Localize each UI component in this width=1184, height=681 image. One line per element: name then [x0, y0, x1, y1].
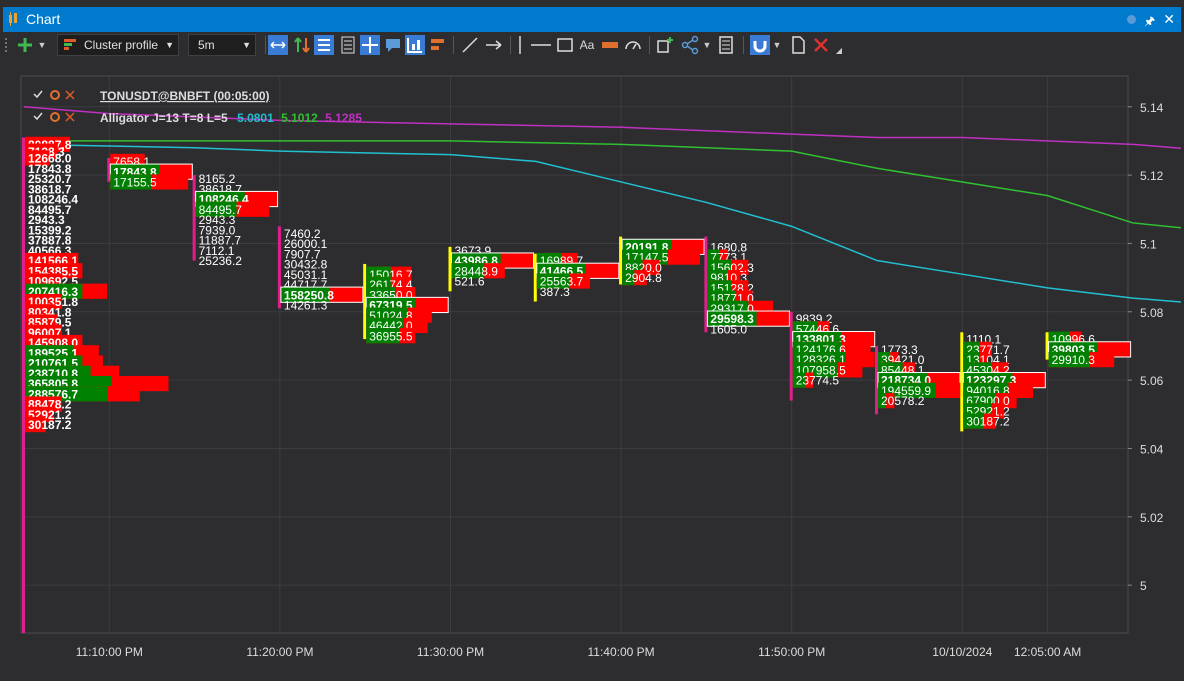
chevron-down-icon: ▼ — [242, 40, 251, 50]
sort-arrows-icon[interactable] — [292, 35, 312, 55]
x-tick-label: 11:40:00 PM — [588, 645, 655, 659]
cluster-profile-select[interactable]: Cluster profile ▼ — [57, 34, 179, 56]
crosshair-icon[interactable] — [360, 35, 380, 55]
x-tick-label: 10/10/2024 — [932, 645, 992, 659]
gauge-icon[interactable] — [623, 35, 643, 55]
volume-label: 23774.5 — [796, 374, 840, 388]
chart-app-icon — [9, 12, 17, 26]
dock-indicator-icon[interactable] — [1127, 15, 1137, 24]
candle-wick — [192, 175, 196, 261]
timeframe-label: 5m — [198, 38, 215, 52]
line-tool-icon[interactable] — [460, 35, 480, 55]
y-tick-label: 5 — [1140, 579, 1147, 593]
instrument-label[interactable]: TONUSDT@BNBFT (00:05:00) — [100, 89, 270, 103]
volume-label: 30187.2 — [28, 418, 72, 432]
y-tick-label: 5.04 — [1140, 442, 1164, 456]
list-icon[interactable] — [314, 35, 334, 55]
x-tick-label: 11:50:00 PM — [758, 645, 825, 659]
volume-label: 36955.5 — [369, 329, 413, 343]
rectangle-tool-icon[interactable] — [555, 35, 575, 55]
pin-icon[interactable]: 🖈 — [1144, 12, 1155, 33]
toolbar-separator — [510, 36, 511, 54]
x-tick-label: 11:30:00 PM — [417, 645, 484, 659]
cluster-chart[interactable]: 80887.87128.312668.017843.825320.738618.… — [3, 58, 1184, 676]
add-icon[interactable] — [15, 35, 35, 55]
share-dropdown-arrow-icon[interactable]: ▼ — [702, 35, 712, 55]
notes-icon[interactable] — [716, 35, 736, 55]
share-icon[interactable] — [680, 35, 700, 55]
toolbar-separator — [265, 36, 266, 54]
volume-label: 1605.0 — [710, 322, 747, 336]
toolbar-separator — [453, 36, 454, 54]
magnet-dropdown-arrow-icon[interactable]: ▼ — [772, 35, 782, 55]
volume-label: 387.3 — [540, 285, 570, 299]
volume-label: 20578.2 — [881, 394, 925, 408]
add-indicator-icon[interactable] — [655, 35, 675, 55]
vertical-line-tool-icon[interactable] — [513, 35, 527, 55]
x-tick-label: 12:05:00 AM — [1014, 645, 1081, 659]
toolbar-separator — [649, 36, 650, 54]
indicator-name: Alligator J=13 T=8 L=5 — [100, 111, 228, 125]
arrow-tool-icon[interactable] — [484, 35, 504, 55]
title-bar: Chart 🖈 ✕ — [0, 0, 1184, 32]
text-tool-icon[interactable]: Aa — [577, 35, 597, 55]
title-bar-background: Chart 🖈 ✕ — [3, 7, 1181, 32]
y-tick-label: 5.06 — [1140, 374, 1164, 388]
jaw-value: 5.0801 — [237, 111, 274, 125]
chart-scale-icon[interactable] — [405, 35, 425, 55]
y-tick-label: 5.14 — [1140, 101, 1164, 115]
y-tick-label: 5.1 — [1140, 237, 1157, 251]
candle-wick — [789, 311, 793, 401]
ruler-icon[interactable] — [600, 35, 620, 55]
volume-label: 14261.3 — [284, 299, 328, 313]
comment-icon[interactable] — [383, 35, 403, 55]
add-dropdown-arrow-icon[interactable]: ▼ — [37, 35, 47, 55]
chevron-down-icon: ▼ — [165, 40, 174, 50]
y-tick-label: 5.12 — [1140, 169, 1164, 183]
candle-wick — [22, 137, 25, 633]
volume-label: 30187.2 — [966, 415, 1010, 429]
cluster-profile-icon — [64, 39, 76, 50]
volume-label: 25236.2 — [199, 254, 243, 268]
horizontal-line-tool-icon[interactable] — [530, 35, 552, 55]
template-icon[interactable] — [788, 35, 808, 55]
y-tick-label: 5.08 — [1140, 306, 1164, 320]
x-tick-label: 11:20:00 PM — [246, 645, 313, 659]
toolbar-separator — [743, 36, 744, 54]
timeframe-select[interactable]: 5m ▼ — [188, 34, 256, 56]
volume-label: 521.6 — [455, 275, 485, 289]
volume-label: 2904.8 — [625, 271, 662, 285]
close-window-icon[interactable]: ✕ — [1163, 12, 1175, 33]
lips-value: 5.1285 — [325, 111, 362, 125]
bar-horizontal-icon[interactable] — [428, 35, 448, 55]
magnet-icon[interactable] — [750, 35, 770, 55]
x-tick-label: 11:10:00 PM — [76, 645, 143, 659]
volume-label: 29910.3 — [1052, 353, 1096, 367]
toolbar: ▼ Cluster profile ▼ 5m ▼ Aa ▼ ▼ ◢ — [3, 32, 1181, 58]
window-title: Chart — [26, 11, 61, 27]
cluster-profile-label: Cluster profile — [84, 38, 159, 52]
document-list-icon[interactable] — [338, 35, 358, 55]
delete-drawings-icon[interactable] — [811, 35, 831, 55]
toolbar-grip-icon — [5, 38, 7, 52]
teeth-value: 5.1012 — [281, 111, 318, 125]
chart-area[interactable]: 80887.87128.312668.017843.825320.738618.… — [3, 58, 1184, 676]
auto-scroll-icon[interactable] — [268, 35, 288, 55]
y-tick-label: 5.02 — [1140, 511, 1164, 525]
toolbar-overflow-icon[interactable]: ◢ — [834, 40, 844, 60]
volume-label: 17155.5 — [113, 176, 157, 190]
